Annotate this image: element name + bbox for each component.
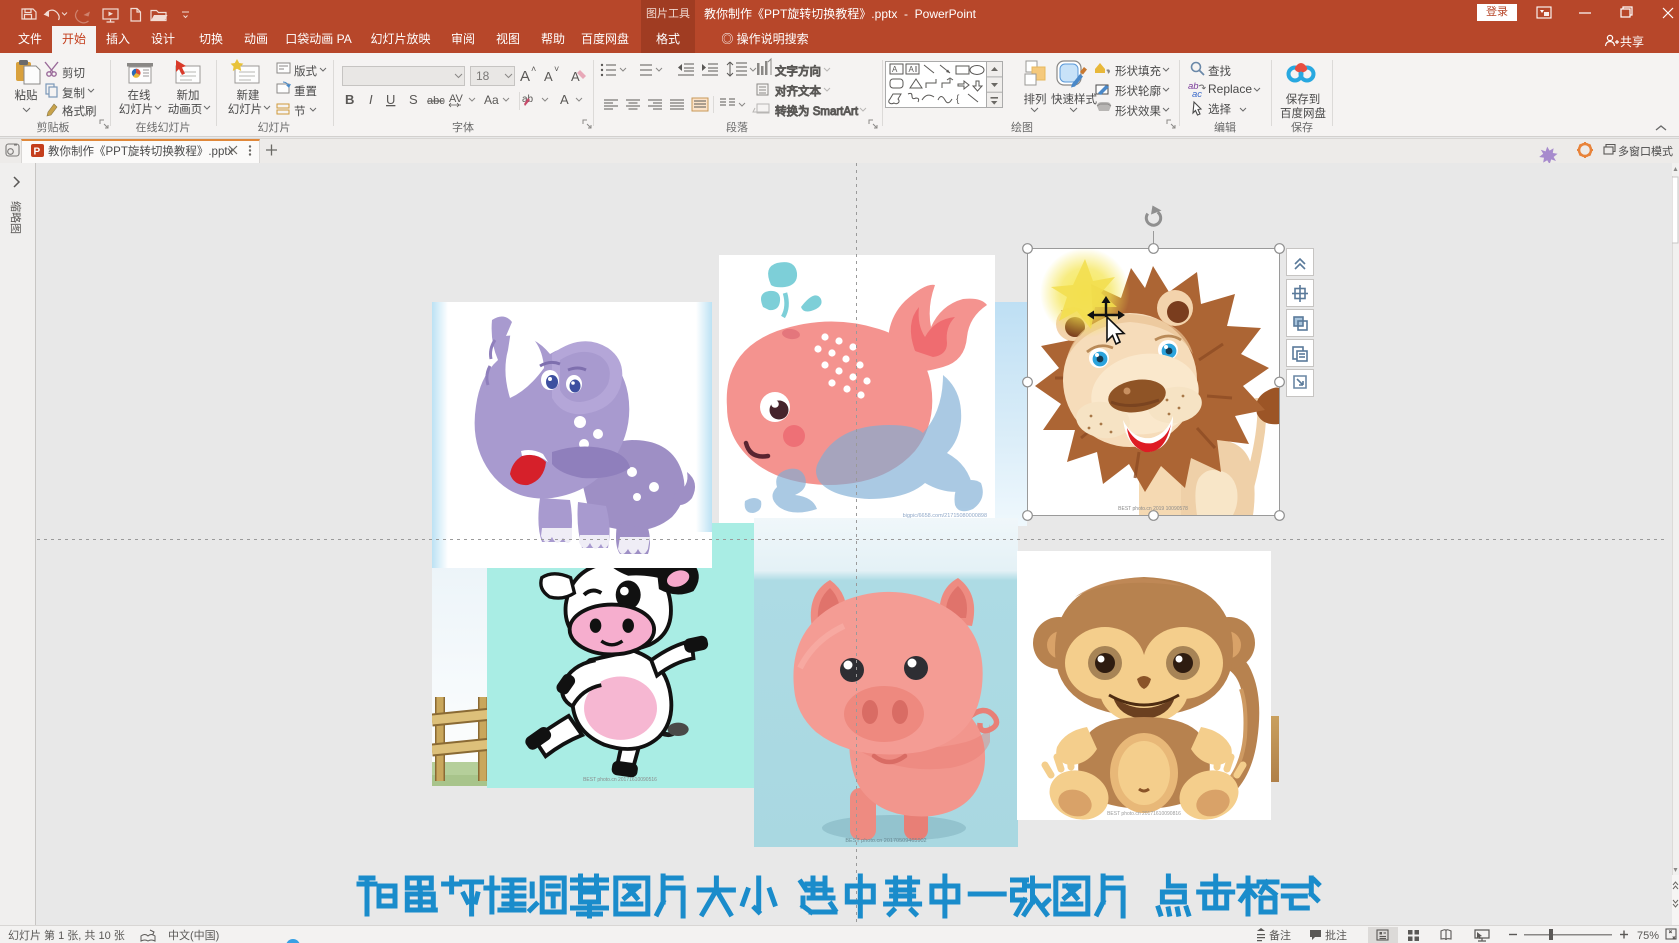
svg-text:备注: 备注 — [1269, 928, 1291, 942]
svg-text:幻灯片: 幻灯片 — [228, 103, 263, 116]
svg-text:ac: ac — [1192, 89, 1202, 100]
svg-text:新加: 新加 — [177, 88, 200, 102]
svg-text:保存: 保存 — [1291, 120, 1313, 134]
svg-text:节: 节 — [294, 105, 306, 118]
svg-text:U: U — [386, 92, 395, 107]
svg-text:多窗口模式: 多窗口模式 — [1618, 144, 1673, 158]
svg-text:形状填充: 形状填充 — [1115, 64, 1161, 78]
svg-text:选择: 选择 — [1208, 102, 1231, 116]
svg-text:格式刷: 格式刷 — [62, 104, 97, 118]
svg-text:Replace: Replace — [1208, 82, 1252, 96]
svg-text:查找: 查找 — [1208, 64, 1231, 78]
svg-text:在线幻灯片: 在线幻灯片 — [136, 120, 191, 134]
svg-text:新建: 新建 — [237, 88, 260, 102]
svg-text:重置: 重置 — [294, 84, 317, 98]
svg-text:75%: 75% — [1637, 930, 1659, 942]
svg-text:保存到: 保存到 — [1286, 92, 1321, 106]
svg-text:I: I — [369, 92, 373, 107]
svg-text:幻灯片: 幻灯片 — [119, 103, 154, 116]
svg-text:S: S — [409, 92, 418, 107]
svg-text:复制: 复制 — [62, 87, 85, 100]
svg-text:快速样式: 快速样式 — [1051, 92, 1097, 106]
svg-text:形状轮廓: 形状轮廓 — [1115, 84, 1161, 98]
svg-text:A: A — [560, 92, 569, 107]
svg-text:版式: 版式 — [294, 64, 317, 78]
svg-text:剪贴板: 剪贴板 — [37, 120, 70, 134]
svg-text:粘贴: 粘贴 — [15, 88, 38, 102]
svg-text:˅: ˅ — [554, 64, 559, 74]
svg-text:BEST photo.cn 20171610090816: BEST photo.cn 20171610090816 — [1107, 811, 1181, 817]
svg-text:A: A — [571, 69, 580, 84]
svg-text:A: A — [892, 65, 898, 74]
svg-text:˄: ˄ — [531, 64, 536, 74]
svg-text:B: B — [345, 92, 354, 107]
svg-text:编辑: 编辑 — [1214, 120, 1236, 134]
svg-text:对齐文本: 对齐文本 — [775, 84, 821, 98]
svg-text:P: P — [34, 147, 41, 158]
svg-text:abc: abc — [427, 95, 445, 107]
svg-text:批注: 批注 — [1325, 928, 1347, 942]
svg-text:字体: 字体 — [452, 120, 474, 134]
svg-text:A: A — [544, 69, 553, 84]
svg-text:文字方向: 文字方向 — [775, 64, 821, 78]
svg-text:Aa: Aa — [484, 93, 499, 107]
svg-text:排列: 排列 — [1024, 92, 1047, 106]
svg-text:幻灯片 第 1 张, 共 10 张: 幻灯片 第 1 张, 共 10 张 — [8, 928, 125, 942]
svg-text:教你制作《PPT旋转切换教程》.pptx: 教你制作《PPT旋转切换教程》.pptx — [48, 144, 234, 158]
svg-text:A: A — [520, 68, 530, 85]
svg-text:段落: 段落 — [726, 120, 748, 134]
svg-text:百度网盘: 百度网盘 — [1280, 106, 1326, 120]
svg-text:BEST photo.cn 20171610090516: BEST photo.cn 20171610090516 — [583, 777, 657, 783]
svg-text:BEST photo.cn 20170509465902: BEST photo.cn 20170509465902 — [845, 838, 926, 844]
svg-text:形状效果: 形状效果 — [1115, 104, 1161, 118]
svg-text:绘图: 绘图 — [1011, 120, 1033, 134]
svg-text:中文(中国): 中文(中国) — [168, 928, 219, 942]
svg-text:幻灯片: 幻灯片 — [258, 121, 291, 134]
svg-text:A: A — [909, 65, 915, 74]
svg-text:18: 18 — [476, 69, 490, 83]
svg-text:转换为 SmartArt: 转换为 SmartArt — [775, 104, 859, 118]
svg-text:剪切: 剪切 — [62, 66, 85, 80]
svg-text:动画页: 动画页 — [168, 103, 203, 116]
svg-text:缩略图: 缩略图 — [9, 201, 23, 234]
svg-text:在线: 在线 — [128, 88, 151, 102]
